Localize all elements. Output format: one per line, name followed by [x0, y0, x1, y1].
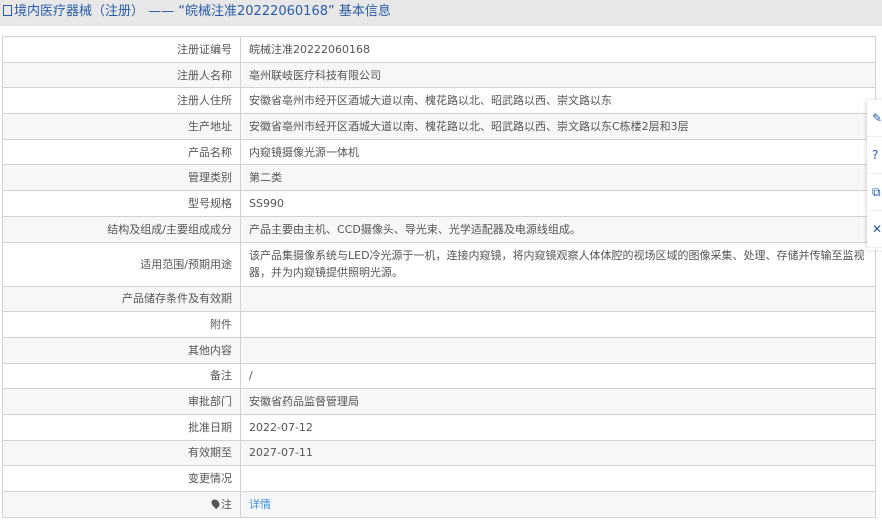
row-label: 注册人住所 [2, 87, 241, 115]
row-value: 安徽省亳州市经开区酒城大道以南、槐花路以北、昭武路以西、崇文路以东C栋楼2层和3… [240, 113, 876, 140]
table-row: 注册人名称 亳州联岐医疗科技有限公司 [2, 61, 876, 89]
side-toolbar: ✎ ? ⧉ ✕ [867, 100, 882, 250]
row-value [240, 336, 876, 364]
table-row: 注册人住所 安徽省亳州市经开区酒城大道以南、槐花路以北、昭武路以西、崇文路以东 [2, 87, 876, 115]
row-label: 注册证编号 [2, 36, 241, 63]
row-value: 详情 [240, 491, 876, 518]
info-table: 注册证编号 皖械注准20222060168 注册人名称 亳州联岐医疗科技有限公司 注册人… [2, 36, 876, 518]
edit-icon[interactable]: ✎ [867, 100, 882, 137]
row-label: 审批部门 [2, 388, 241, 415]
row-value: 亳州联岐医疗科技有限公司 [240, 61, 876, 89]
row-label: 批准日期 [2, 413, 241, 441]
row-label: 备注 [2, 362, 241, 390]
table-row: 批准日期 2022-07-12 [2, 413, 876, 441]
table-row: 型号规格 SS990 [2, 190, 876, 217]
document-icon [3, 5, 12, 16]
row-value: 第二类 [240, 164, 876, 192]
row-value: 内窥镜摄像光源一体机 [240, 138, 876, 166]
table-row: 注 详情 [2, 491, 876, 518]
details-link[interactable]: 详情 [249, 498, 271, 511]
table-row: 产品储存条件及有效期 [2, 285, 876, 313]
row-label: 生产地址 [2, 113, 241, 140]
row-label: 其他内容 [2, 336, 241, 364]
row-value: 2027-07-11 [240, 439, 876, 467]
row-value [240, 311, 876, 338]
row-label: 管理类别 [2, 164, 241, 192]
row-label: 产品名称 [2, 138, 241, 166]
table-row: 结构及组成/主要组成成分 产品主要由主机、CCD摄像头、导光束、光学适配器及电源线… [2, 215, 876, 243]
table-row: 有效期至 2027-07-11 [2, 439, 876, 467]
table-row: 注册证编号 皖械注准20222060168 [2, 36, 876, 63]
row-value: 产品主要由主机、CCD摄像头、导光束、光学适配器及电源线组成。 [240, 215, 876, 243]
row-value: 安徽省亳州市经开区酒城大道以南、槐花路以北、昭武路以西、崇文路以东 [240, 87, 876, 115]
table-row: 附件 [2, 311, 876, 338]
row-label: 适用范围/预期用途 [2, 241, 241, 287]
row-label: 变更情况 [2, 465, 241, 492]
share-icon[interactable]: ⧉ [867, 174, 882, 211]
table-row: 其他内容 [2, 336, 876, 364]
row-value: / [240, 362, 876, 390]
help-icon[interactable]: ? [867, 137, 882, 174]
row-label: 有效期至 [2, 439, 241, 467]
row-value [240, 285, 876, 313]
pin-icon [209, 497, 222, 510]
row-label: 附件 [2, 311, 241, 338]
row-label: 结构及组成/主要组成成分 [2, 215, 241, 243]
note-label: 注 [221, 497, 232, 511]
row-value: SS990 [240, 190, 876, 217]
page-title: 境内医疗器械（注册） —— “皖械注准20222060168” 基本信息 [0, 0, 882, 26]
row-label: 注 [2, 491, 241, 518]
row-value: 皖械注准20222060168 [240, 36, 876, 63]
table-row: 变更情况 [2, 465, 876, 492]
table-row: 备注 / [2, 362, 876, 390]
table-row: 管理类别 第二类 [2, 164, 876, 192]
row-label: 产品储存条件及有效期 [2, 285, 241, 313]
page-title-text: 境内医疗器械（注册） —— “皖械注准20222060168” 基本信息 [14, 4, 391, 19]
row-value: 该产品集摄像系统与LED冷光源于一机，连接内窥镜，将内窥镜观察人体体腔的视场区域… [240, 241, 876, 287]
table-row: 产品名称 内窥镜摄像光源一体机 [2, 138, 876, 166]
close-icon[interactable]: ✕ [867, 211, 882, 248]
row-value [240, 465, 876, 492]
row-value: 2022-07-12 [240, 413, 876, 441]
row-label: 型号规格 [2, 190, 241, 217]
table-row: 生产地址 安徽省亳州市经开区酒城大道以南、槐花路以北、昭武路以西、崇文路以东C栋楼… [2, 113, 876, 140]
table-row: 适用范围/预期用途 该产品集摄像系统与LED冷光源于一机，连接内窥镜，将内窥镜观察… [2, 241, 876, 287]
row-value: 安徽省药品监督管理局 [240, 388, 876, 415]
table-row: 审批部门 安徽省药品监督管理局 [2, 388, 876, 415]
row-label: 注册人名称 [2, 61, 241, 89]
